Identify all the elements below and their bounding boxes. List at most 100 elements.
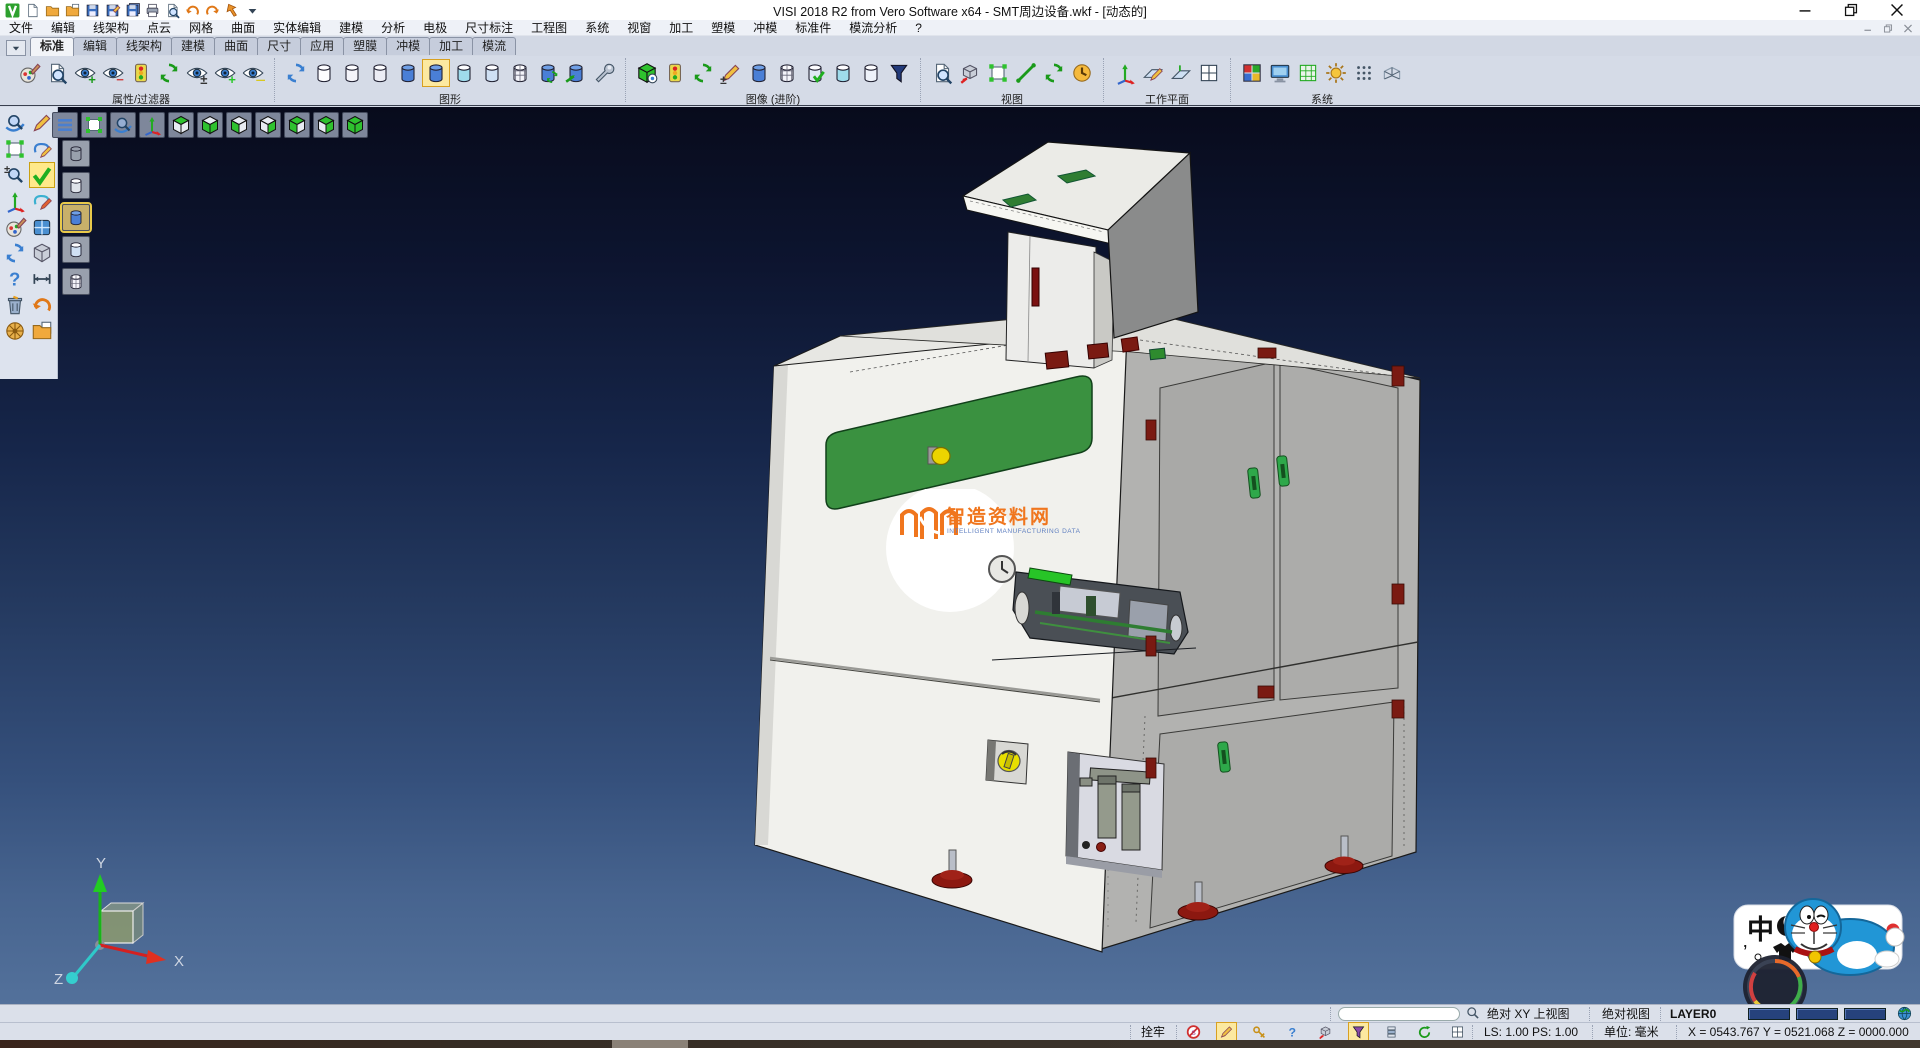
zoom-dynamic-icon[interactable] — [110, 112, 136, 138]
history-icon[interactable] — [224, 2, 241, 19]
render-settings-icon[interactable] — [1323, 60, 1349, 86]
snap-entity-icon[interactable] — [1316, 1023, 1335, 1041]
edit-image-icon[interactable]: ± — [718, 60, 744, 86]
shaded-edges-style-icon[interactable] — [423, 60, 449, 86]
undo-step-icon[interactable] — [30, 293, 54, 317]
clipping-view-icon[interactable] — [957, 60, 983, 86]
search-icon[interactable] — [1466, 1006, 1480, 1022]
no-snap-icon[interactable]: S — [1184, 1023, 1203, 1041]
mdi-restore-button[interactable] — [1880, 22, 1896, 35]
insert-file-icon[interactable] — [64, 2, 81, 19]
restore-button[interactable] — [1828, 0, 1874, 20]
menu-4[interactable]: 点云 — [138, 20, 180, 36]
search-input[interactable] — [1338, 1007, 1460, 1021]
context-help-icon[interactable]: ? — [1283, 1023, 1302, 1041]
tab-模流[interactable]: 模流 — [472, 37, 516, 55]
menu-18[interactable]: 标准件 — [786, 20, 840, 36]
zoom-extents-icon[interactable] — [81, 112, 107, 138]
view-orientation-label[interactable]: 绝对 XY 上视图 — [1487, 1006, 1569, 1022]
advanced-filter-icon[interactable] — [662, 60, 688, 86]
tab-建模[interactable]: 建模 — [171, 37, 215, 55]
color-swatch-1[interactable] — [1748, 1008, 1790, 1020]
confirm-icon[interactable] — [30, 163, 54, 187]
hidden-line-style-icon[interactable] — [339, 60, 365, 86]
menu-15[interactable]: 加工 — [660, 20, 702, 36]
open-part-icon[interactable] — [30, 319, 54, 343]
menu-3[interactable]: 线架构 — [84, 20, 138, 36]
hide-entities-icon[interactable]: − — [100, 60, 126, 86]
measure-icon[interactable] — [30, 267, 54, 291]
workplane-edit-icon[interactable] — [1140, 60, 1166, 86]
workplane-grid-icon[interactable] — [1196, 60, 1222, 86]
menu-16[interactable]: 塑模 — [702, 20, 744, 36]
perspective-icon[interactable] — [1379, 60, 1405, 86]
save-icon[interactable] — [84, 2, 101, 19]
menu-13[interactable]: 系统 — [576, 20, 618, 36]
view-bottom-cube-icon[interactable] — [197, 112, 223, 138]
preview-zoom-icon[interactable] — [3, 111, 27, 135]
wireframe-mode-button[interactable] — [62, 140, 90, 167]
view-axes-icon[interactable] — [139, 112, 165, 138]
hidden-mode-button[interactable] — [62, 172, 90, 199]
zoom-window-icon[interactable] — [929, 60, 955, 86]
refresh-visibility-icon[interactable] — [156, 60, 182, 86]
dynamic-image-icon[interactable] — [634, 60, 660, 86]
clip-box-icon[interactable] — [858, 60, 884, 86]
workplane-axes-icon[interactable] — [1112, 60, 1138, 86]
navigator-icon[interactable] — [3, 319, 27, 343]
menu-2[interactable]: 编辑 — [42, 20, 84, 36]
menu-12[interactable]: 工程图 — [522, 20, 576, 36]
clip-plane-icon[interactable] — [830, 60, 856, 86]
color-swatch-2[interactable] — [1796, 1008, 1838, 1020]
view-right-cube-icon[interactable] — [255, 112, 281, 138]
advanced-refresh-icon[interactable] — [690, 60, 716, 86]
globe-icon[interactable] — [1896, 1005, 1913, 1021]
shaded-mode-button[interactable] — [62, 204, 90, 231]
menu-14[interactable]: 视窗 — [618, 20, 660, 36]
mesh-style-icon[interactable] — [507, 60, 533, 86]
menu-6[interactable]: 曲面 — [222, 20, 264, 36]
dashed-style-icon[interactable] — [367, 60, 393, 86]
save-as-icon[interactable] — [104, 2, 121, 19]
view-front-cube-icon[interactable] — [226, 112, 252, 138]
attributes-report-icon[interactable] — [44, 60, 70, 86]
validate-image-icon[interactable] — [802, 60, 828, 86]
visi-logo[interactable] — [4, 2, 21, 19]
close-button[interactable] — [1874, 0, 1920, 20]
tab-曲面[interactable]: 曲面 — [214, 37, 258, 55]
ghost-mode-button[interactable] — [62, 236, 90, 263]
solid-image-icon[interactable] — [746, 60, 772, 86]
zoom-scale-icon[interactable]: ± — [3, 163, 27, 187]
menu-11[interactable]: 尺寸标注 — [456, 20, 522, 36]
print-icon[interactable] — [144, 2, 161, 19]
undo-icon[interactable] — [184, 2, 201, 19]
view-left-cube-icon[interactable] — [284, 112, 310, 138]
menu-9[interactable]: 分析 — [372, 20, 414, 36]
absolute-view-label[interactable]: 绝对视图 — [1602, 1006, 1650, 1022]
edit-entity-icon[interactable] — [30, 111, 54, 135]
mesh-mode-button[interactable] — [62, 268, 90, 295]
solid-preview-icon[interactable] — [30, 241, 54, 265]
show-all-icon[interactable]: + — [212, 60, 238, 86]
new-icon[interactable] — [24, 2, 41, 19]
tab-塑膜[interactable]: 塑膜 — [343, 37, 387, 55]
menu-10[interactable]: 电极 — [414, 20, 456, 36]
color-palette-icon[interactable] — [1239, 60, 1265, 86]
print-preview-icon[interactable] — [164, 2, 181, 19]
view-top-cube-icon[interactable] — [168, 112, 194, 138]
view-frame-icon[interactable] — [985, 60, 1011, 86]
auto-rotate-icon[interactable] — [1415, 1023, 1434, 1041]
view-iso-cube-icon[interactable] — [342, 112, 368, 138]
fit-view-icon[interactable] — [3, 137, 27, 161]
shaded-style-icon[interactable] — [395, 60, 421, 86]
ime-widget[interactable]: 中 ’ — [1715, 787, 1920, 1004]
mdi-close-button[interactable] — [1900, 22, 1916, 35]
minimize-button[interactable] — [1782, 0, 1828, 20]
flat-style-icon[interactable] — [479, 60, 505, 86]
active-layer-label[interactable]: LAYER0 — [1670, 1006, 1716, 1022]
visibility-filter-icon[interactable] — [128, 60, 154, 86]
save-all-icon[interactable] — [124, 2, 141, 19]
delete-icon[interactable] — [3, 293, 27, 317]
filter-funnel-icon[interactable] — [886, 60, 912, 86]
taskbar-item[interactable] — [612, 1040, 688, 1048]
